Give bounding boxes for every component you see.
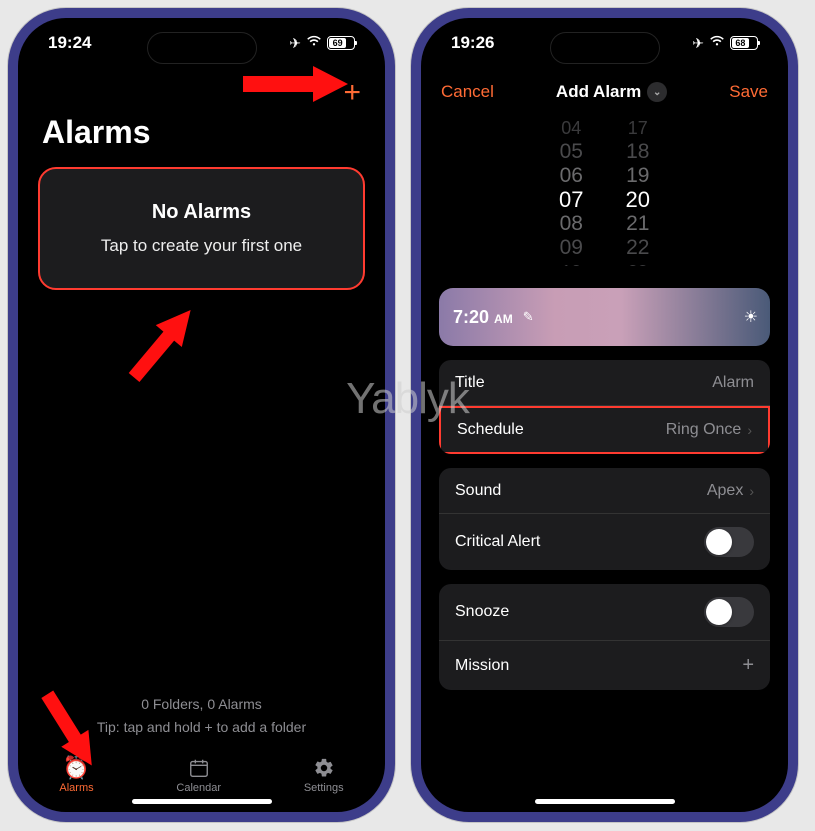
- gear-icon: [313, 756, 335, 780]
- dynamic-island: [147, 32, 257, 64]
- form-group-1: Title Alarm Schedule Ring Once ›: [439, 360, 770, 454]
- edit-icon: ✎: [523, 309, 534, 325]
- plus-icon: +: [742, 654, 754, 677]
- status-icons: ✈︎ 68: [692, 34, 758, 52]
- arrow-to-card-icon: [118, 288, 208, 403]
- page-title: Alarms: [18, 108, 385, 167]
- phone-right: 19:26 ✈︎ 68 Cancel Add Alarm ⌄ Save: [411, 8, 798, 822]
- arrow-to-tab-icon: [34, 680, 104, 783]
- form-group-3: Snooze Mission +: [439, 584, 770, 690]
- modal-title[interactable]: Add Alarm ⌄: [556, 82, 667, 102]
- empty-title: No Alarms: [60, 201, 343, 224]
- empty-subtitle: Tap to create your first one: [60, 236, 343, 256]
- title-label: Title: [455, 374, 485, 392]
- schedule-value: Ring Once ›: [666, 421, 752, 439]
- battery-level: 68: [732, 38, 749, 48]
- status-bar: 19:24 ✈︎ 69: [18, 18, 385, 68]
- dynamic-island: [550, 32, 660, 64]
- hour-column[interactable]: 04 05 06 07 08 09 10: [559, 116, 583, 266]
- mission-label: Mission: [455, 657, 509, 675]
- status-time: 19:26: [451, 33, 494, 53]
- save-button[interactable]: Save: [729, 82, 768, 102]
- snooze-label: Snooze: [455, 603, 509, 621]
- battery-icon: 69: [327, 36, 355, 50]
- row-snooze: Snooze: [439, 584, 770, 641]
- row-schedule[interactable]: Schedule Ring Once ›: [439, 406, 770, 454]
- critical-alert-label: Critical Alert: [455, 533, 540, 551]
- phone-left: 19:24 ✈︎ 69 + Alarms No Alarms Tap to cr…: [8, 8, 395, 822]
- calendar-icon: [188, 756, 210, 780]
- selected-hour: 07: [559, 188, 583, 212]
- status-time: 19:24: [48, 33, 91, 53]
- wifi-icon: [306, 34, 322, 52]
- minute-column[interactable]: 17 18 19 20 21 22 23: [626, 116, 650, 266]
- tab-calendar-label: Calendar: [176, 782, 221, 794]
- chevron-down-icon: ⌄: [647, 82, 667, 102]
- snooze-toggle[interactable]: [704, 597, 754, 627]
- airplane-icon: ✈︎: [289, 35, 301, 52]
- tab-alarms-label: Alarms: [59, 782, 93, 794]
- tab-calendar[interactable]: Calendar: [176, 756, 221, 794]
- weather-icon: ☀︎: [744, 307, 758, 327]
- modal-title-text: Add Alarm: [556, 82, 641, 102]
- schedule-label: Schedule: [457, 421, 524, 439]
- chevron-right-icon: ›: [749, 483, 754, 499]
- chevron-right-icon: ›: [747, 422, 752, 438]
- row-critical-alert: Critical Alert: [439, 514, 770, 570]
- airplane-icon: ✈︎: [692, 35, 704, 52]
- sound-value: Apex ›: [707, 482, 754, 500]
- home-indicator[interactable]: [535, 799, 675, 804]
- tab-settings[interactable]: Settings: [304, 756, 344, 794]
- status-bar: 19:26 ✈︎ 68: [421, 18, 788, 68]
- home-indicator[interactable]: [132, 799, 272, 804]
- preview-time: 7:20 AM: [453, 307, 513, 328]
- empty-state-card[interactable]: No Alarms Tap to create your first one: [38, 167, 365, 290]
- battery-level: 69: [329, 38, 346, 48]
- battery-icon: 68: [730, 36, 758, 50]
- time-picker[interactable]: 04 05 06 07 08 09 10 17 18 19 20 21 22 2…: [441, 116, 768, 266]
- wifi-icon: [709, 34, 725, 52]
- row-title[interactable]: Title Alarm: [439, 360, 770, 406]
- selected-minute: 20: [626, 188, 650, 212]
- screen-add-alarm: 19:26 ✈︎ 68 Cancel Add Alarm ⌄ Save: [421, 18, 788, 812]
- row-sound[interactable]: Sound Apex ›: [439, 468, 770, 514]
- arrow-to-plus-icon: [243, 62, 353, 111]
- critical-alert-toggle[interactable]: [704, 527, 754, 557]
- title-value: Alarm: [712, 374, 754, 392]
- alarm-preview[interactable]: 7:20 AM ✎ ☀︎: [439, 288, 770, 346]
- cancel-button[interactable]: Cancel: [441, 82, 494, 102]
- row-mission[interactable]: Mission +: [439, 641, 770, 690]
- sound-label: Sound: [455, 482, 501, 500]
- modal-header: Cancel Add Alarm ⌄ Save: [421, 68, 788, 110]
- form-group-2: Sound Apex › Critical Alert: [439, 468, 770, 570]
- tab-settings-label: Settings: [304, 782, 344, 794]
- status-icons: ✈︎ 69: [289, 34, 355, 52]
